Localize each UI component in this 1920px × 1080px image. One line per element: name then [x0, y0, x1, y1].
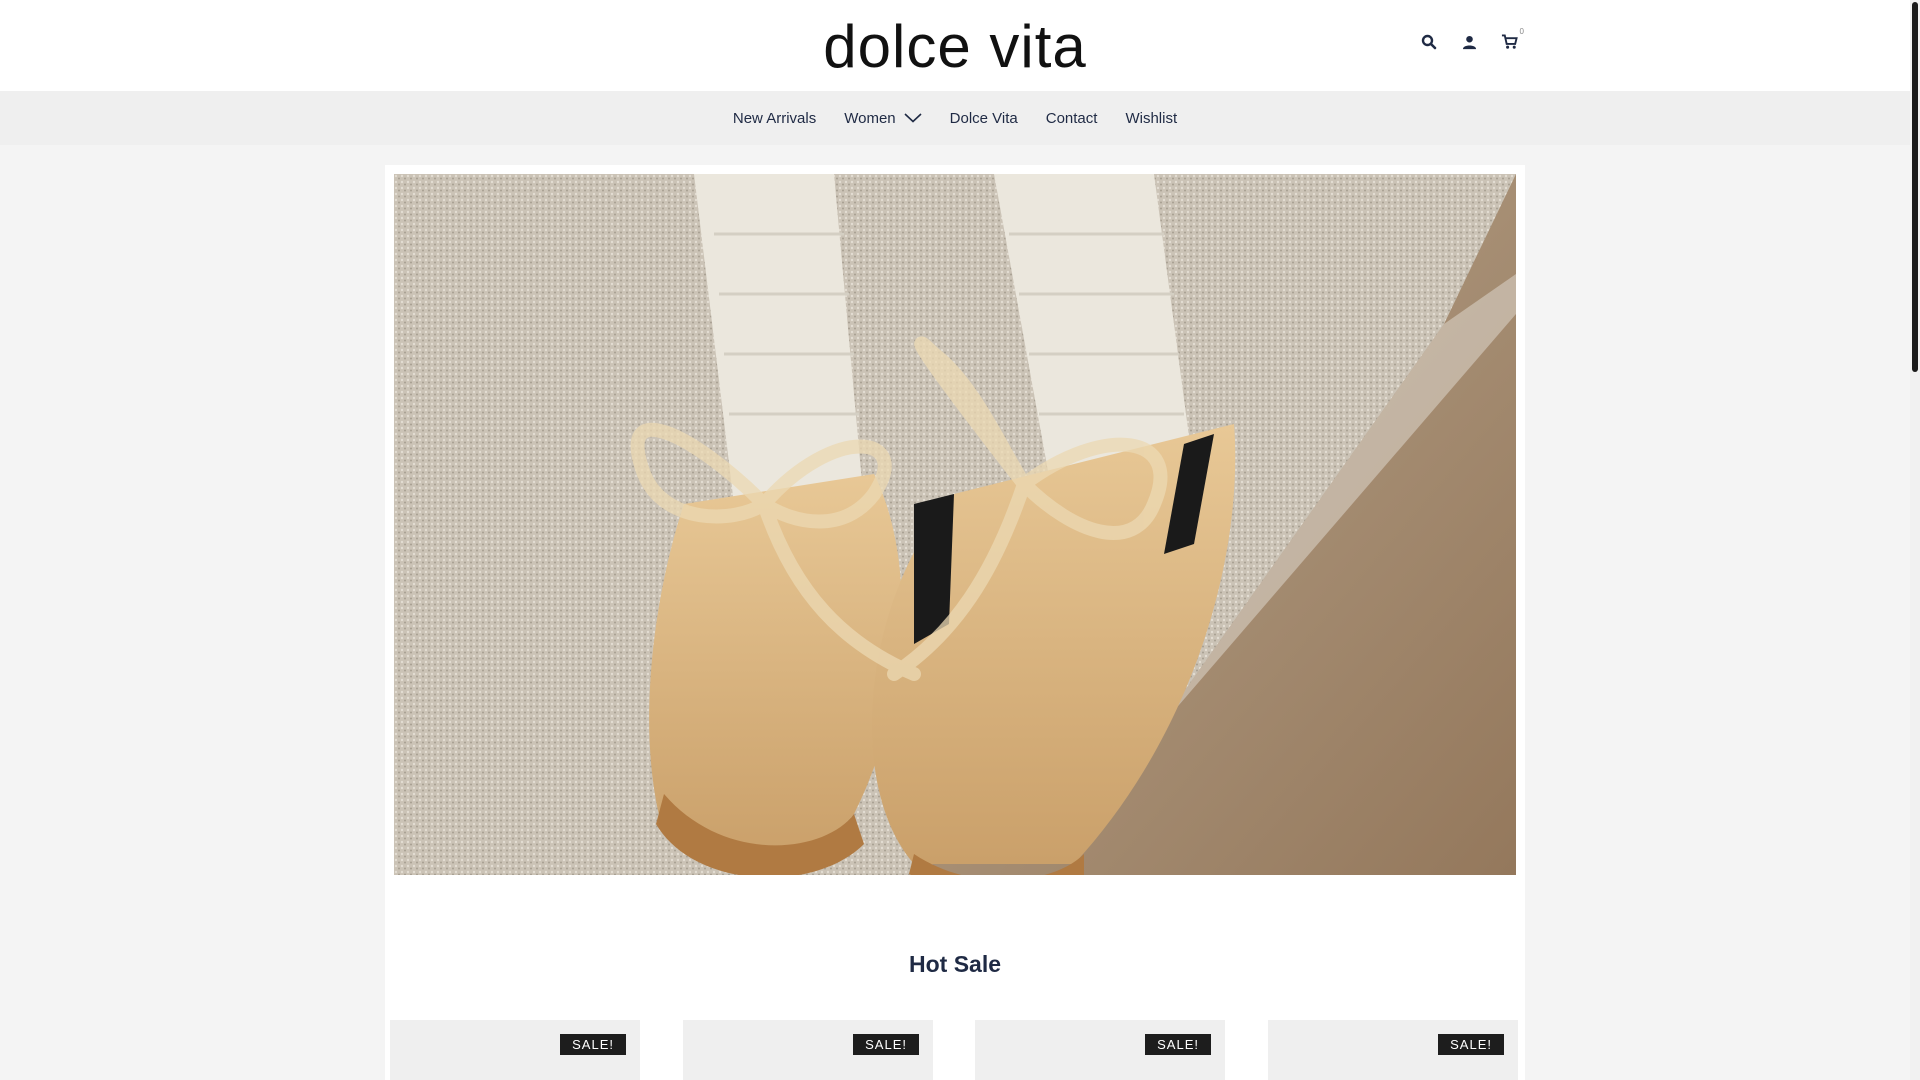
search-icon[interactable] [1418, 31, 1440, 53]
sale-badge: SALE! [1438, 1034, 1504, 1055]
cart-icon[interactable]: 0 [1498, 27, 1524, 53]
nav-new-arrivals[interactable]: New Arrivals [733, 110, 816, 127]
product-card[interactable]: SALE! [390, 1020, 640, 1080]
product-card[interactable]: SALE! [975, 1020, 1225, 1080]
nav-label: Contact [1045, 109, 1098, 127]
hero-image[interactable] [394, 174, 1516, 875]
nav-label: Women [844, 109, 896, 127]
product-card[interactable]: SALE! [1268, 1020, 1518, 1080]
sale-badge: SALE! [853, 1034, 919, 1055]
header-icons: 0 [1418, 27, 1524, 53]
cart-count: 0 [1519, 27, 1524, 36]
site-logo[interactable]: dolce vita [0, 12, 1910, 81]
nav-contact[interactable]: Contact [1046, 110, 1098, 127]
product-card[interactable]: SALE! [683, 1020, 933, 1080]
nav-wishlist[interactable]: Wishlist [1125, 110, 1177, 127]
nav-women[interactable]: Women [844, 109, 922, 127]
chevron-down-icon[interactable] [904, 110, 922, 127]
site-header: dolce vita 0 [0, 0, 1910, 91]
page-scrollbar[interactable] [1910, 0, 1920, 1080]
sale-badge: SALE! [1145, 1034, 1211, 1055]
section-title: Hot Sale [908, 951, 1002, 977]
nav-label: Wishlist [1125, 109, 1178, 127]
nav-dolce-vita[interactable]: Dolce Vita [950, 110, 1018, 127]
main-nav: New Arrivals Women Dolce Vita Contact Wi… [0, 91, 1910, 145]
nav-label: New Arrivals [732, 109, 817, 127]
scrollbar-thumb[interactable] [1912, 2, 1918, 372]
main-content: Hot Sale SALE! SALE! SALE! SALE! [385, 165, 1525, 1080]
sale-badge: SALE! [560, 1034, 626, 1055]
user-icon[interactable] [1458, 31, 1480, 53]
nav-label: Dolce Vita [949, 109, 1018, 127]
